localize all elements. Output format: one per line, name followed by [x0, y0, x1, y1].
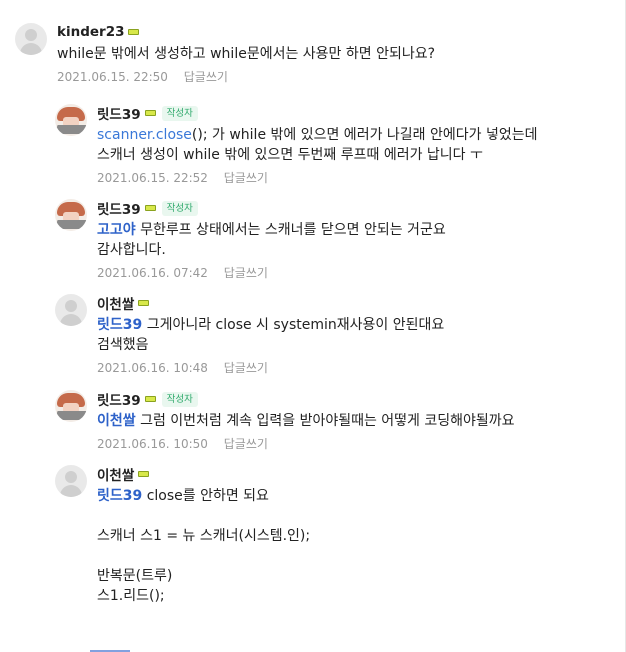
avatar[interactable] — [15, 23, 47, 55]
mention-link[interactable]: 이천쌀 — [97, 413, 136, 429]
level-icon — [138, 300, 150, 306]
reply-button[interactable]: 답글쓰기 — [184, 70, 228, 84]
comment-text: while문 밖에서 생성하고 while문에서는 사용만 하면 안되나요? — [57, 46, 436, 62]
level-icon — [144, 396, 156, 402]
comment-author[interactable]: kinder23 — [57, 24, 124, 40]
comment: 릿드39 작성자 scanner.close(); 가 while 밖에 있으면… — [55, 104, 537, 186]
level-icon — [144, 110, 156, 116]
comment-text: 고고야 무한루프 상태에서는 스캐너를 닫으면 안되는 거군요 감사합니다. — [97, 222, 446, 258]
reply-button[interactable]: 답글쓰기 — [224, 437, 268, 451]
comment-date: 2021.06.16. 10:50 — [97, 437, 208, 451]
comment-text: 릿드39 그게아니라 close 시 systemin재사용이 안된대요 검색했… — [97, 317, 445, 353]
comment: 릿드39 작성자 고고야 무한루프 상태에서는 스캐너를 닫으면 안되는 거군요… — [55, 199, 446, 281]
comment: kinder23 while문 밖에서 생성하고 while문에서는 사용만 하… — [15, 23, 435, 85]
comment-author[interactable]: 이천쌀 — [97, 464, 134, 484]
comment: 이천쌀 릿드39 close를 안하면 되요 스캐너 스1 = 뉴 스캐너(시스… — [55, 465, 310, 606]
mention-link[interactable]: 고고야 — [97, 222, 136, 238]
comment-date: 2021.06.15. 22:50 — [57, 70, 168, 84]
comment: 릿드39 작성자 이천쌀 그럼 이번처럼 계속 입력을 받아야될때는 어떻게 코… — [55, 390, 515, 452]
mention-link[interactable]: 릿드39 — [97, 317, 142, 333]
avatar[interactable] — [55, 465, 87, 497]
comment-text: 이천쌀 그럼 이번처럼 계속 입력을 받아야될때는 어떻게 코딩해야될까요 — [97, 413, 515, 429]
comment-date: 2021.06.16. 07:42 — [97, 266, 208, 280]
author-badge: 작성자 — [161, 200, 198, 216]
truncated-next-comment — [90, 645, 130, 652]
author-badge: 작성자 — [161, 391, 198, 407]
reply-button[interactable]: 답글쓰기 — [224, 171, 268, 185]
avatar[interactable] — [55, 294, 87, 326]
comment: 이천쌀 릿드39 그게아니라 close 시 systemin재사용이 안된대요… — [55, 294, 444, 376]
comment-author[interactable]: 릿드39 — [97, 389, 141, 409]
comment-author[interactable]: 릿드39 — [97, 103, 141, 123]
comment-text: scanner.close(); 가 while 밖에 있으면 에러가 나길래 … — [97, 127, 538, 163]
level-icon — [144, 205, 156, 211]
reply-button[interactable]: 답글쓰기 — [224, 361, 268, 375]
comment-date: 2021.06.15. 22:52 — [97, 171, 208, 185]
comment-author[interactable]: 릿드39 — [97, 198, 141, 218]
mention-link[interactable]: 릿드39 — [97, 488, 142, 504]
reply-button[interactable]: 답글쓰기 — [224, 266, 268, 280]
avatar[interactable] — [55, 390, 87, 422]
comment-text: 릿드39 close를 안하면 되요 스캐너 스1 = 뉴 스캐너(시스템.인)… — [97, 488, 311, 604]
level-icon — [128, 29, 140, 35]
level-icon — [138, 471, 150, 477]
code-link[interactable]: scanner.close — [97, 127, 192, 143]
author-badge: 작성자 — [161, 105, 198, 121]
avatar[interactable] — [55, 199, 87, 231]
comment-author[interactable]: 이천쌀 — [97, 293, 134, 313]
comment-date: 2021.06.16. 10:48 — [97, 361, 208, 375]
avatar[interactable] — [55, 104, 87, 136]
